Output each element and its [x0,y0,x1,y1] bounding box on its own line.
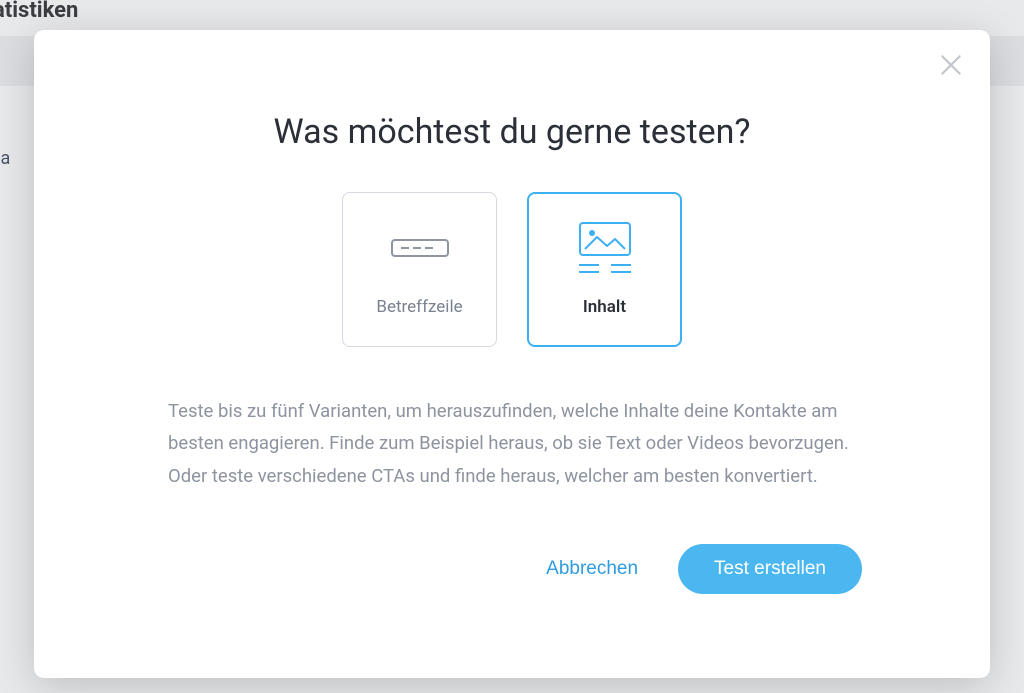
create-test-button[interactable]: Test erstellen [678,544,862,594]
option-subject-line[interactable]: Betreffzeile [342,192,497,347]
modal-description: Teste bis zu fünf Varianten, um herauszu… [34,395,990,492]
option-label: Betreffzeile [376,297,462,317]
test-creation-modal: Was möchtest du gerne testen? Betreffzei… [34,30,990,678]
modal-title: Was möchtest du gerne testen? [34,112,990,152]
modal-actions: Abbrechen Test erstellen [34,544,990,594]
option-group: Betreffzeile [34,192,990,347]
close-icon[interactable] [938,52,964,78]
background-side-text: rla [0,148,10,169]
cancel-button[interactable]: Abbrechen [546,558,638,580]
content-icon [579,223,631,273]
option-label: Inhalt [583,297,626,317]
page-title-background: Statistiken [0,0,78,23]
option-content[interactable]: Inhalt [527,192,682,347]
subject-line-icon [391,223,449,273]
